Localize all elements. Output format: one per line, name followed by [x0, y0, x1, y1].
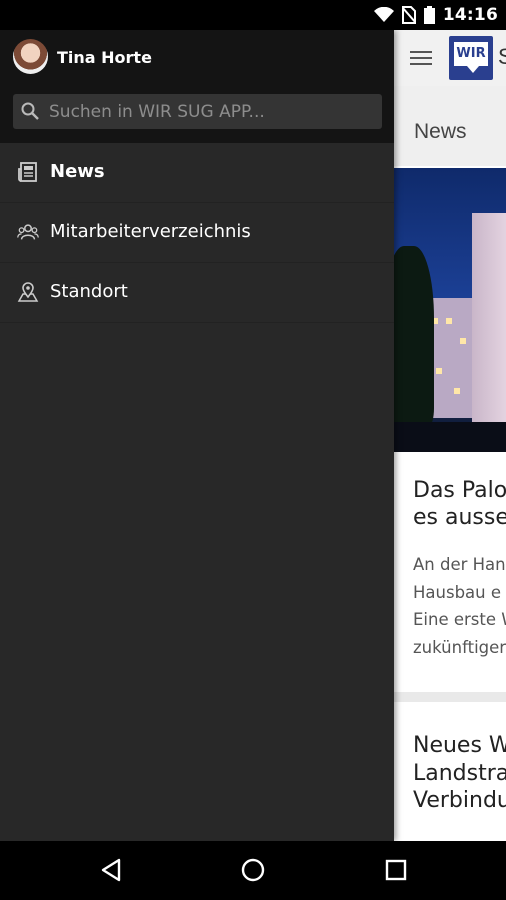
status-bar: 14:16 [0, 0, 506, 30]
app-toolbar: WIR S [394, 30, 506, 86]
no-sim-icon [401, 6, 416, 24]
app-logo-text: WIR [454, 42, 488, 66]
people-icon [17, 224, 39, 240]
news-hero-image[interactable] [394, 168, 506, 452]
hamburger-menu-icon[interactable] [410, 48, 432, 68]
home-icon[interactable] [238, 855, 268, 885]
avatar[interactable] [13, 39, 48, 74]
app-logo: WIR [449, 36, 493, 80]
status-time: 14:16 [442, 5, 498, 25]
navigation-drawer: Tina Horte News [0, 30, 394, 841]
section-header: News [394, 86, 506, 166]
recents-icon[interactable] [381, 855, 411, 885]
drawer-menu: News Mitarbeiterverzeichnis Standort [0, 143, 394, 323]
menu-item-label: Mitarbeiterverzeichnis [50, 221, 251, 242]
news-card-title: Neues W Landstra Verbindu [413, 733, 506, 813]
news-card[interactable]: Neues W Landstra Verbindu [394, 702, 506, 841]
menu-item-label: News [50, 161, 105, 182]
card-divider [394, 692, 506, 702]
wifi-icon [373, 7, 394, 22]
battery-icon [423, 6, 435, 24]
news-card[interactable]: Das Palo es ausse An der Han Hausbau e E… [394, 452, 506, 692]
search-icon [21, 102, 39, 120]
news-card-text: An der Han Hausbau e Eine erste W zukünf… [413, 555, 506, 657]
search-bar[interactable] [13, 94, 382, 129]
search-input[interactable] [49, 94, 374, 129]
section-title: News [414, 120, 467, 143]
menu-item-mitarbeiterverzeichnis[interactable]: Mitarbeiterverzeichnis [0, 203, 394, 263]
drawer-header: Tina Horte [0, 30, 394, 143]
menu-item-news[interactable]: News [0, 143, 394, 203]
map-pin-icon [17, 282, 39, 302]
back-icon[interactable] [97, 855, 127, 885]
menu-item-label: Standort [50, 281, 128, 302]
news-card-title: Das Palo es ausse [413, 478, 506, 530]
status-icons: 14:16 [373, 5, 498, 25]
app-title: S [498, 44, 506, 69]
menu-item-standort[interactable]: Standort [0, 263, 394, 323]
system-nav-bar [0, 841, 506, 900]
newspaper-icon [18, 162, 37, 182]
user-name: Tina Horte [57, 48, 152, 67]
